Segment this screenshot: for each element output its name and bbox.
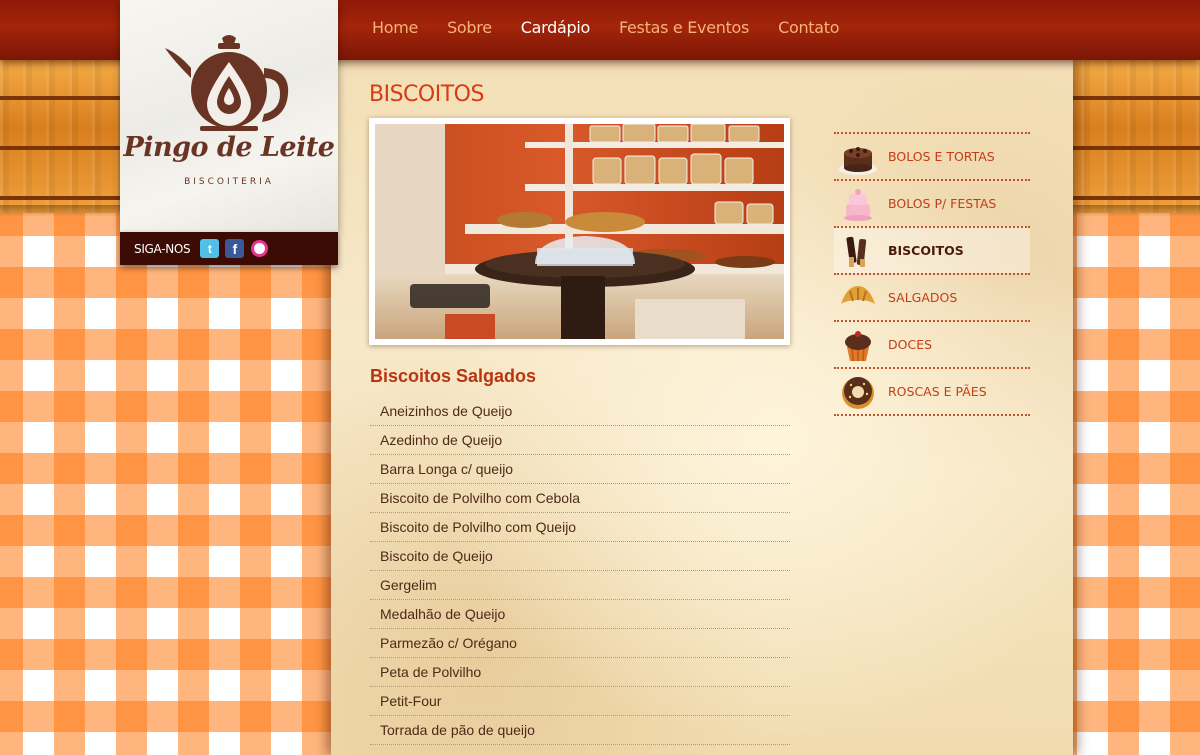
sidebar-item-bolos-p-festas[interactable]: BOLOS P/ FESTAS	[834, 179, 1030, 226]
list-item: Petit-Four	[370, 687, 790, 716]
list-item: Biscoito de Queijo	[370, 542, 790, 571]
sidebar-item-label: DOCES	[888, 337, 933, 352]
social-bar: SIGA-NOS t f	[120, 232, 338, 265]
sidebar-item-roscas-e-paes[interactable]: ROSCAS E PÃES	[834, 367, 1030, 414]
list-item: Barra Longa c/ queijo	[370, 455, 790, 484]
list-item: Biscoito de Polvilho com Cebola	[370, 484, 790, 513]
list-item: Torrada de pão de queijo	[370, 716, 790, 745]
sidebar-item-label: ROSCAS E PÃES	[888, 384, 987, 399]
page-title: BISCOITOS	[369, 82, 484, 107]
list-item: Gergelim	[370, 571, 790, 600]
list-item: Peta de Polvilho	[370, 658, 790, 687]
logo[interactable]: Pingo de Leite BISCOITERIA	[120, 0, 338, 232]
teapot-icon	[165, 35, 289, 131]
cupcake-icon	[845, 331, 871, 362]
nav-sobre[interactable]: Sobre	[447, 18, 492, 37]
list-item: Aneizinhos de Queijo	[370, 397, 790, 426]
social-label: SIGA-NOS	[134, 241, 191, 256]
menu-divider	[834, 414, 1030, 416]
biscuit-list: Aneizinhos de Queijo Azedinho de Queijo …	[370, 397, 790, 745]
nav-contato[interactable]: Contato	[778, 18, 839, 37]
shop-interior-image	[375, 124, 784, 339]
nav-cardapio[interactable]: Cardápio	[521, 18, 591, 37]
logo-name: Pingo de Leite	[123, 132, 335, 163]
list-item: Biscoito de Polvilho com Queijo	[370, 513, 790, 542]
category-menu: BOLOS E TORTAS BOLOS P/ FESTAS BISCOITOS…	[834, 132, 1030, 416]
facebook-icon[interactable]: f	[225, 239, 245, 258]
cookie-sticks-icon	[846, 236, 867, 267]
sidebar-item-biscoitos[interactable]: BISCOITOS	[834, 226, 1030, 273]
sidebar-item-bolos-e-tortas[interactable]: BOLOS E TORTAS	[834, 132, 1030, 179]
chocolate-cake-icon	[839, 147, 877, 175]
nav-home[interactable]: Home	[372, 18, 418, 37]
logo-subtitle: BISCOITERIA	[184, 177, 274, 187]
sidebar-item-salgados[interactable]: SALGADOS	[834, 273, 1030, 320]
main-nav: Home Sobre Cardápio Festas e Eventos Con…	[372, 18, 840, 37]
sidebar-item-doces[interactable]: DOCES	[834, 320, 1030, 367]
party-cake-icon	[844, 189, 872, 221]
croissant-icon	[841, 286, 875, 304]
list-item: Parmezão c/ Orégano	[370, 629, 790, 658]
list-item: Medalhão de Queijo	[370, 600, 790, 629]
twitter-icon[interactable]: t	[200, 239, 220, 258]
sidebar-item-label: BISCOITOS	[888, 243, 964, 258]
sidebar-item-label: BOLOS P/ FESTAS	[888, 196, 997, 211]
orkut-icon[interactable]	[250, 239, 269, 258]
sidebar-item-label: BOLOS E TORTAS	[888, 149, 995, 164]
nav-festas-e-eventos[interactable]: Festas e Eventos	[619, 18, 749, 37]
list-item: Azedinho de Queijo	[370, 426, 790, 455]
sidebar-item-label: SALGADOS	[888, 290, 958, 305]
donut-icon	[842, 377, 874, 409]
shop-photo	[369, 118, 790, 345]
section-title: Biscoitos Salgados	[370, 366, 537, 386]
